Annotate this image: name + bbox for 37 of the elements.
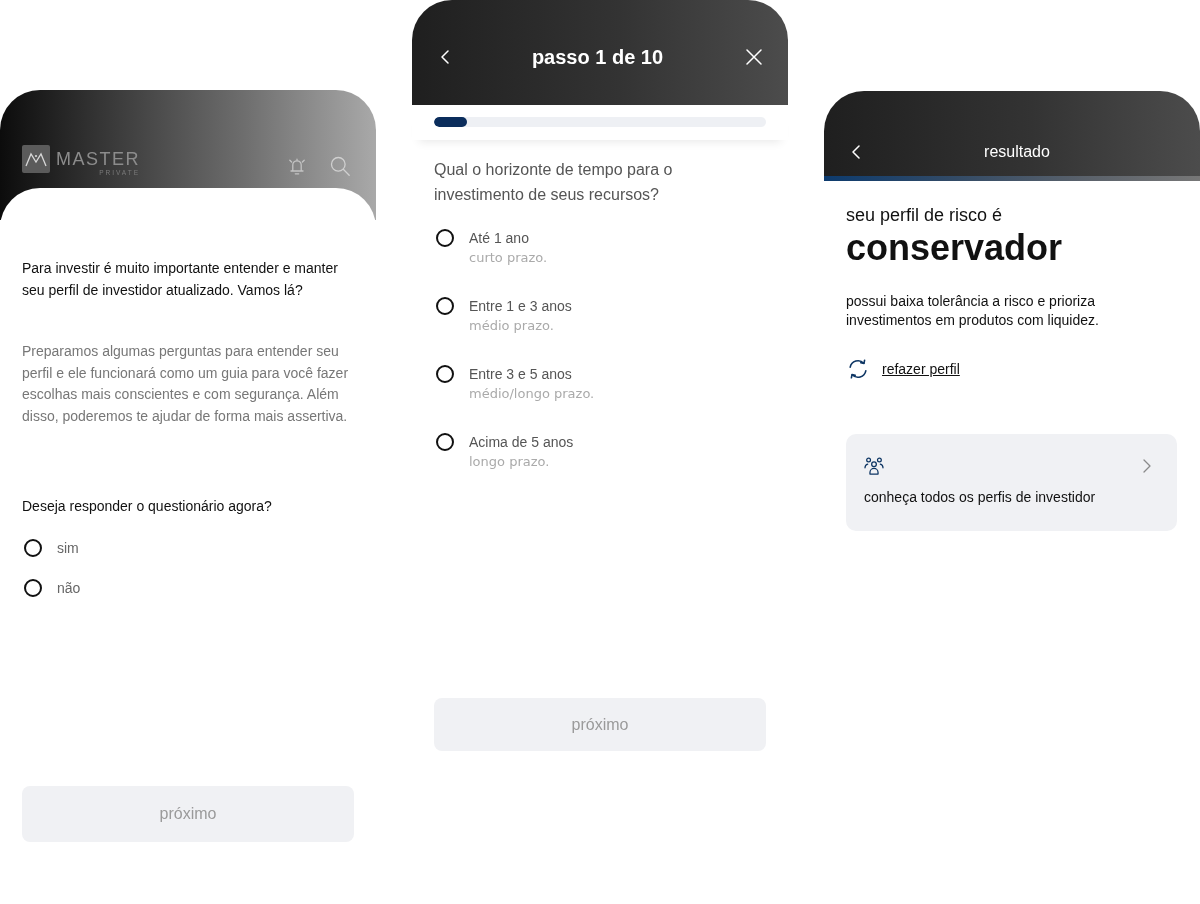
redo-profile-link[interactable]: refazer perfil	[882, 361, 960, 377]
search-icon	[330, 155, 350, 176]
radio-button[interactable]	[436, 229, 454, 247]
question-text: Deseja responder o questionário agora?	[22, 497, 273, 516]
refresh-icon	[847, 358, 869, 380]
radio-button[interactable]	[436, 433, 454, 451]
people-icon	[864, 457, 884, 475]
option-detail: curto prazo.	[469, 249, 548, 267]
logo-icon	[22, 145, 50, 173]
chevron-left-icon	[852, 145, 860, 159]
description-text: Preparamos algumas perguntas para entender seu perfil e ele funcionará como um guia para você fazer escolhas mais conscientes e com segurança. Além disso, poderemos te ajudar de forma mais assertiva.	[22, 342, 350, 426]
option-title: Acima de 5 anos	[469, 433, 574, 452]
close-icon	[746, 49, 762, 65]
screen-title: resultado	[984, 142, 1050, 162]
option-label: não	[57, 580, 81, 596]
investor-profiles-card[interactable]: conheça todos os perfis de investidor	[846, 434, 1177, 531]
chevron-right-icon	[1143, 459, 1151, 473]
option-detail: médio prazo.	[469, 317, 555, 335]
question-text: Qual o horizonte de tempo para o investimento de seus recursos?	[434, 160, 674, 205]
option-label: sim	[57, 540, 79, 556]
logo-text: MASTER	[56, 149, 140, 169]
option-detail: médio/longo prazo.	[469, 385, 595, 403]
intro-text: Para investir é muito importante entender e manter seu perfil de investidor atualizado. Vamos lá?	[22, 259, 339, 300]
option-detail: longo prazo.	[469, 453, 551, 471]
radio-button[interactable]	[436, 365, 454, 383]
risk-profile: conservador	[846, 228, 1064, 268]
radio-button[interactable]	[24, 579, 42, 597]
option-title: Entre 3 e 5 anos	[469, 365, 573, 384]
result-subtitle: seu perfil de risco é	[846, 204, 1004, 227]
profile-description: possui baixa tolerância a risco e prioriza investimentos em produtos com liquidez.	[846, 292, 1100, 330]
card-label: conheça todos os perfis de investidor	[864, 488, 1097, 507]
chevron-left-icon	[441, 50, 449, 64]
radio-button[interactable]	[24, 539, 42, 557]
radio-button[interactable]	[436, 297, 454, 315]
option-title: Até 1 ano	[469, 229, 530, 248]
option-title: Entre 1 e 3 anos	[469, 297, 572, 316]
screen-title: passo 1 de 10	[531, 45, 664, 70]
